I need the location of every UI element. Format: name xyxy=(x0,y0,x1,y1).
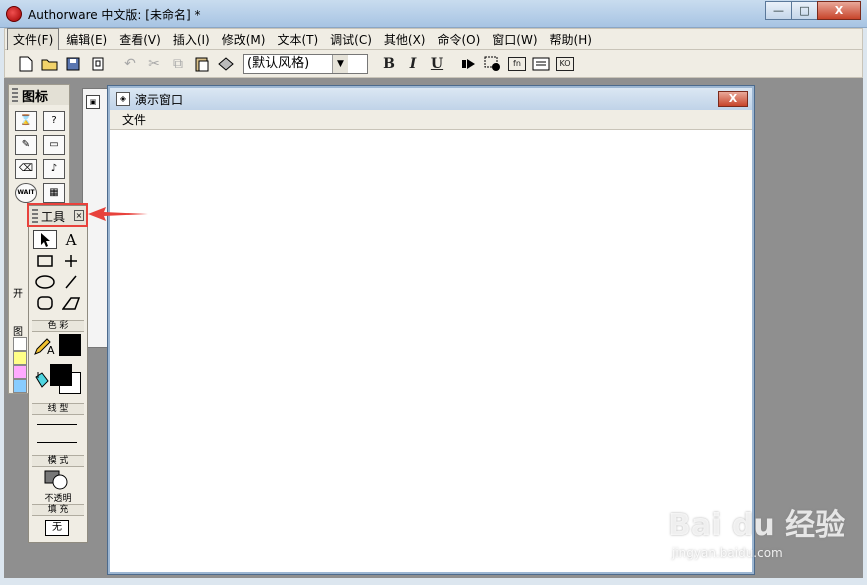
polygon-tool-icon[interactable] xyxy=(59,293,83,312)
red-arrow-icon xyxy=(88,207,148,221)
line-color-swatch[interactable] xyxy=(59,334,81,356)
line-style-arrow[interactable] xyxy=(37,442,77,443)
authorware-app-icon[interactable] xyxy=(6,6,22,22)
opaque-mode-icon[interactable] xyxy=(43,470,71,490)
paste-icon[interactable] xyxy=(191,53,213,75)
interaction-icon[interactable]: ? xyxy=(43,111,65,131)
foreground-color-swatch[interactable] xyxy=(50,364,72,386)
color-swatch[interactable] xyxy=(13,351,27,365)
fill-value[interactable]: 无 xyxy=(45,520,69,536)
sound-icon[interactable]: ♪ xyxy=(43,159,65,179)
save-all-icon[interactable] xyxy=(63,53,85,75)
color-swatch[interactable] xyxy=(13,379,27,393)
cut-icon[interactable]: ✂ xyxy=(143,53,165,75)
menu-help[interactable]: 帮助(H) xyxy=(545,29,597,50)
color-swatch[interactable] xyxy=(13,337,27,351)
open-folder-icon[interactable] xyxy=(39,53,61,75)
grip-handle-icon[interactable] xyxy=(12,88,18,102)
baidu-watermark-url: jingyan.baidu.com xyxy=(672,546,783,560)
icon-palette-header[interactable]: 图标 xyxy=(9,85,69,105)
restart-icon[interactable] xyxy=(458,53,480,75)
bold-button[interactable]: B xyxy=(378,53,400,75)
fill-section-label: 填 充 xyxy=(32,504,84,516)
app-titlebar: Authorware 中文版: [未命名] * — □ X xyxy=(0,0,867,28)
erase-icon[interactable]: ⌫ xyxy=(15,159,37,179)
underline-button[interactable]: U xyxy=(426,53,448,75)
chevron-down-icon[interactable]: ▼ xyxy=(332,54,348,73)
presentation-window-icon: ◈ xyxy=(116,92,130,106)
menu-other[interactable]: 其他(X) xyxy=(379,29,431,50)
decision-icon[interactable]: ▭ xyxy=(43,135,65,155)
pointer-tool-icon[interactable] xyxy=(33,230,57,249)
mode-value: 不透明 xyxy=(44,494,72,504)
flowline-window-icon: ▣ xyxy=(86,95,100,109)
presentation-title: 演示窗口 xyxy=(135,92,184,107)
presentation-close-button[interactable]: X xyxy=(718,91,748,107)
menu-debug[interactable]: 调试(C) xyxy=(325,29,377,50)
knowledge-objects-label: KO xyxy=(556,56,574,71)
close-button[interactable]: X xyxy=(817,1,861,20)
display-icon[interactable]: ⌛ xyxy=(15,111,37,131)
menu-modify[interactable]: 修改(M) xyxy=(217,29,271,50)
menu-text[interactable]: 文本(T) xyxy=(272,29,323,50)
rectangle-tool-icon[interactable] xyxy=(33,251,57,270)
mode-section-label: 模 式 xyxy=(32,455,84,467)
rounded-rectangle-tool-icon[interactable] xyxy=(33,293,57,312)
text-style-value: (默认风格) xyxy=(247,55,310,71)
calculation-icon[interactable]: ✎ xyxy=(15,135,37,155)
baidu-watermark: Bai du 经验 jingyan.baidu.com xyxy=(668,500,858,575)
undo-icon[interactable]: ↶ xyxy=(119,53,141,75)
functions-label: fn xyxy=(508,56,526,71)
app-title: Authorware 中文版: [未命名] * xyxy=(28,8,201,22)
functions-icon[interactable]: fn xyxy=(506,53,528,75)
icon-palette-color-label: 图 xyxy=(13,327,23,338)
menu-window[interactable]: 窗口(W) xyxy=(487,29,542,50)
new-file-icon[interactable] xyxy=(15,53,37,75)
window-controls: — □ X xyxy=(765,1,861,20)
presentation-menu-bar: 文件 xyxy=(110,110,752,130)
menu-bar: 文件(F) 编辑(E) 查看(V) 插入(I) 修改(M) 文本(T) 调试(C… xyxy=(4,27,863,51)
color-swatch[interactable] xyxy=(13,365,27,379)
menu-command[interactable]: 命令(O) xyxy=(432,29,485,50)
presentation-menu-file[interactable]: 文件 xyxy=(122,113,146,127)
knowledge-objects-icon[interactable]: KO xyxy=(554,53,576,75)
find-icon[interactable] xyxy=(215,53,237,75)
line-style-thin[interactable] xyxy=(37,424,77,425)
menu-edit[interactable]: 编辑(E) xyxy=(61,29,112,50)
tools-palette: 工具 × A 色 彩 A 线 型 模 式 不透明 填 充 无 xyxy=(28,205,88,543)
import-icon[interactable] xyxy=(87,53,109,75)
color-section-label: 色 彩 xyxy=(32,320,84,332)
diagonal-line-tool-icon[interactable] xyxy=(59,272,83,291)
orthogonal-line-tool-icon[interactable] xyxy=(59,251,83,270)
menu-view[interactable]: 查看(V) xyxy=(114,29,166,50)
control-panel-icon[interactable] xyxy=(482,53,504,75)
variables-icon[interactable] xyxy=(530,53,552,75)
line-style-section-label: 线 型 xyxy=(32,403,84,415)
tools-header-highlight xyxy=(27,203,88,227)
italic-button[interactable]: I xyxy=(402,53,424,75)
baidu-watermark-logo: Bai du 经验 xyxy=(668,508,846,543)
icon-palette-grid: ⌛ ? ✎ ▭ ⌫ ♪ WAIT ▦ xyxy=(15,111,65,203)
menu-file[interactable]: 文件(F) xyxy=(7,27,60,51)
text-style-select[interactable]: (默认风格) ▼ xyxy=(243,53,368,74)
presentation-titlebar[interactable]: ◈ 演示窗口 X xyxy=(110,88,752,110)
copy-icon[interactable]: ⧉ xyxy=(167,53,189,75)
text-tool-icon[interactable]: A xyxy=(59,230,83,249)
maximize-button[interactable]: □ xyxy=(791,1,818,20)
movie-icon[interactable]: ▦ xyxy=(43,183,65,203)
minimize-button[interactable]: — xyxy=(765,1,792,20)
wait-icon[interactable]: WAIT xyxy=(15,183,37,203)
tool-grid: A xyxy=(33,230,83,312)
presentation-canvas[interactable] xyxy=(110,130,752,572)
main-toolbar: ↶ ✂ ⧉ (默认风格) ▼ B I U fn KO xyxy=(4,50,863,78)
paint-bucket-icon[interactable] xyxy=(32,371,50,394)
menu-insert[interactable]: 插入(I) xyxy=(168,29,215,50)
icon-palette-start-label: 开 xyxy=(13,289,23,300)
presentation-window: ◈ 演示窗口 X 文件 xyxy=(108,86,754,574)
ellipse-tool-icon[interactable] xyxy=(33,272,57,291)
icon-palette-title: 图标 xyxy=(22,89,49,105)
line-color-letter: A xyxy=(47,344,55,357)
